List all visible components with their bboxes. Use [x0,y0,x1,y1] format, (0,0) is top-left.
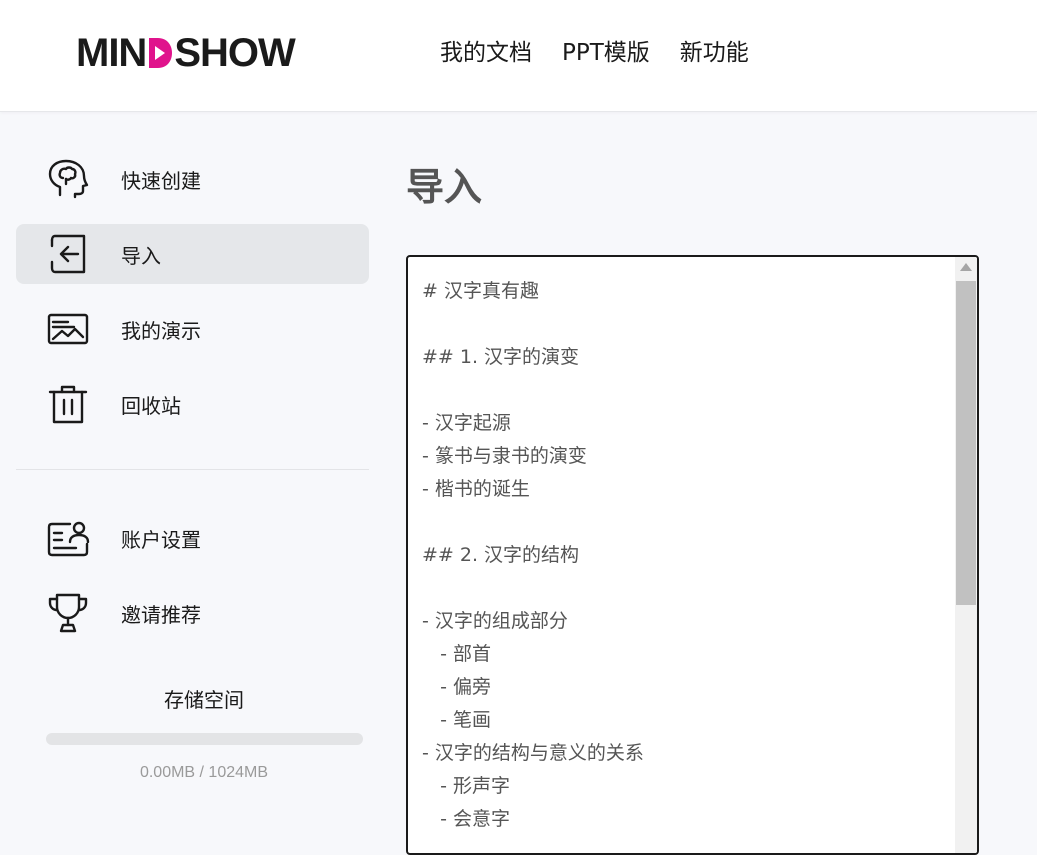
sidebar-item-trash[interactable]: 回收站 [16,374,369,434]
sidebar-item-label: 快速创建 [121,168,201,193]
editor-scrollbar[interactable] [955,257,977,853]
sidebar-item-quick-create[interactable]: 快速创建 [16,149,369,209]
storage-usage-text: 0.00MB / 1024MB [139,764,269,781]
nav-ppt-templates[interactable]: PPT模版 [562,36,650,70]
storage-title: 存储空间 [164,688,244,712]
scrollbar-thumb[interactable] [956,281,976,605]
import-icon [46,232,90,276]
logo-text-right: SHOW [174,30,295,75]
storage-progress-bar [46,733,363,745]
nav-new-features[interactable]: 新功能 [680,36,749,70]
top-header: MIN SHOW 我的文档 PPT模版 新功能 [0,0,1037,112]
sidebar-item-account-settings[interactable]: 账户设置 [16,508,369,568]
sidebar-item-label: 账户设置 [121,527,201,552]
nav-my-documents[interactable]: 我的文档 [440,36,532,70]
sidebar-item-label: 邀请推荐 [121,602,201,627]
trash-icon [46,382,90,426]
sidebar: 快速创建 导入 我的演示 回收站 账户设置 邀请推荐 存储空间 0.00MB /… [16,112,369,833]
logo-text-left: MIN [76,30,147,75]
markdown-editor-content[interactable]: # 汉字真有趣 ## 1. 汉字的演变 - 汉字起源 - 篆书与隶书的演变 - … [422,275,952,836]
sidebar-item-import[interactable]: 导入 [16,224,369,284]
trophy-icon [46,591,90,635]
scroll-up-arrow-icon[interactable] [960,263,972,271]
logo-play-d-icon [147,36,173,70]
markdown-editor[interactable]: # 汉字真有趣 ## 1. 汉字的演变 - 汉字起源 - 篆书与隶书的演变 - … [406,255,979,855]
brain-head-icon [46,157,90,201]
sidebar-item-my-presentations[interactable]: 我的演示 [16,299,369,359]
page-title: 导入 [406,165,483,209]
sidebar-item-label: 我的演示 [121,318,201,343]
sidebar-item-invite-referral[interactable]: 邀请推荐 [16,583,369,643]
account-card-icon [46,516,90,560]
sidebar-item-label: 导入 [121,243,161,268]
sidebar-item-label: 回收站 [121,393,181,418]
top-nav: 我的文档 PPT模版 新功能 [440,36,749,70]
mindshow-logo[interactable]: MIN SHOW [76,30,296,76]
presentation-icon [46,307,90,351]
sidebar-divider [16,469,369,470]
